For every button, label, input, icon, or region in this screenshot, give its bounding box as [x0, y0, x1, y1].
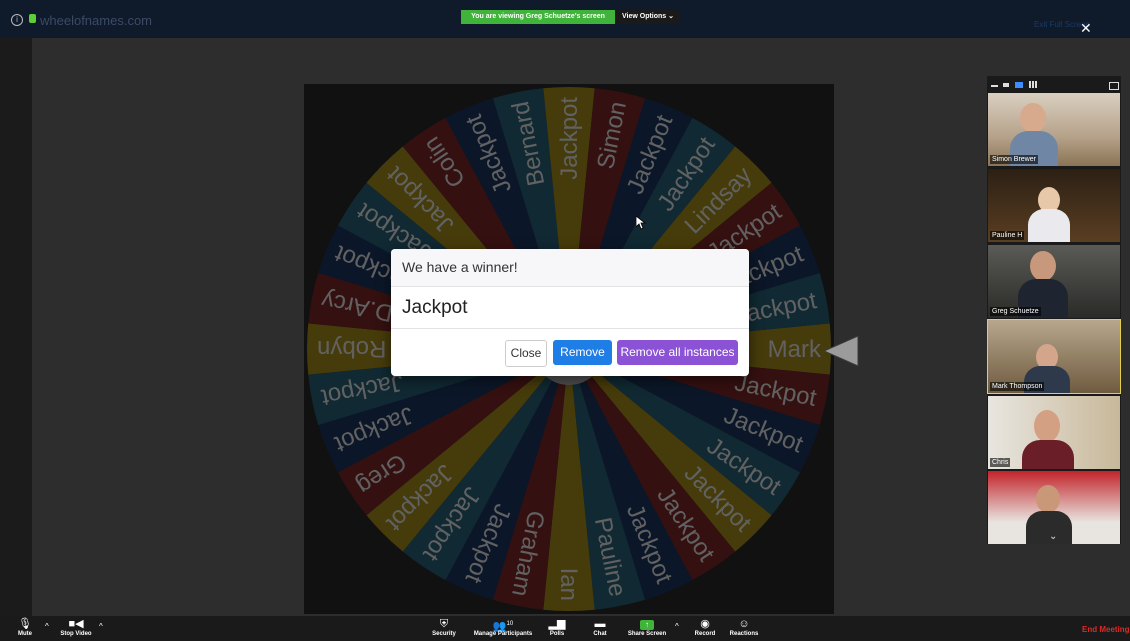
- zoom-window: i wheelofnames.com You are viewing Greg …: [0, 0, 1130, 641]
- record-icon: ◉: [700, 618, 710, 630]
- single-view-icon[interactable]: [1003, 83, 1009, 87]
- minimize-icon[interactable]: [991, 85, 998, 87]
- mute-options-caret-icon[interactable]: ^: [45, 622, 49, 631]
- share-screen-button[interactable]: ↑ Share Screen: [626, 618, 668, 637]
- security-button[interactable]: ⛨ Security: [429, 618, 459, 637]
- remove-all-instances-button[interactable]: Remove all instances: [617, 340, 738, 365]
- participant-face: [1036, 485, 1060, 513]
- participant-tile[interactable]: Pauline H: [988, 169, 1120, 242]
- view-options-button[interactable]: View Options ⌄: [616, 10, 680, 24]
- participant-shirt: [1028, 209, 1070, 242]
- participant-name: Mark Thompson: [990, 382, 1045, 391]
- chat-button[interactable]: ▬ Chat: [590, 618, 610, 637]
- winner-dialog: We have a winner! Jackpot Close Remove R…: [391, 249, 749, 376]
- share-screen-icon: ↑: [640, 620, 654, 630]
- info-icon[interactable]: i: [11, 14, 23, 26]
- strip-view-icon[interactable]: [1015, 82, 1023, 88]
- video-camera-icon: ■◀: [68, 618, 84, 630]
- site-url: wheelofnames.com: [40, 13, 152, 28]
- winner-name: Jackpot: [391, 287, 749, 329]
- participant-tile[interactable]: Chris: [988, 396, 1120, 469]
- chevron-down-icon[interactable]: ⌄: [1049, 531, 1057, 542]
- participant-face: [1020, 103, 1046, 133]
- video-options-caret-icon[interactable]: ^: [99, 622, 103, 631]
- stop-video-button[interactable]: ■◀ Stop Video: [57, 618, 95, 637]
- exit-panel-icon[interactable]: [1109, 82, 1119, 90]
- remove-button[interactable]: Remove: [553, 340, 612, 365]
- bar-chart-icon: ▂▆: [548, 618, 566, 630]
- participant-shirt: [1022, 440, 1074, 469]
- wheel-pointer: [822, 335, 859, 367]
- participant-name: Greg Schuetze: [990, 307, 1041, 316]
- reaction-emoji-icon: ☺: [738, 618, 750, 630]
- close-icon[interactable]: ✕: [1080, 20, 1092, 37]
- participant-tile[interactable]: Simon Brewer: [988, 93, 1120, 166]
- participant-face: [1030, 251, 1056, 281]
- participant-face: [1034, 410, 1060, 442]
- microphone-icon: 🎙: [18, 618, 32, 630]
- mouse-cursor-icon: [636, 216, 646, 230]
- shared-screen-topbar: i wheelofnames.com You are viewing Greg …: [0, 0, 1130, 38]
- share-options-caret-icon[interactable]: ^: [675, 622, 679, 631]
- gallery-view-icon[interactable]: [1029, 81, 1037, 88]
- close-button[interactable]: Close: [505, 340, 547, 367]
- participant-tile[interactable]: Mark Thompson: [987, 319, 1121, 394]
- manage-participants-button[interactable]: 👥10 Manage Participants: [470, 618, 536, 637]
- participant-name: Pauline H: [990, 231, 1025, 240]
- winner-dialog-title: We have a winner!: [391, 249, 749, 287]
- mute-button[interactable]: 🎙 Mute: [14, 618, 36, 637]
- participant-name: Simon Brewer: [990, 155, 1038, 164]
- participant-video-panel: Simon Brewer Pauline H Greg Schuetze Mar…: [987, 76, 1121, 544]
- end-meeting-button[interactable]: End Meeting: [1082, 625, 1130, 634]
- reactions-button[interactable]: ☺ Reactions: [727, 618, 761, 637]
- meeting-toolbar: 🎙 Mute ^ ■◀ Stop Video ^ ⛨ Security 👥10 …: [0, 616, 1130, 641]
- lock-icon: [29, 14, 36, 23]
- polls-button[interactable]: ▂▆ Polls: [547, 618, 567, 637]
- viewing-screen-banner: You are viewing Greg Schuetze's screen: [461, 10, 615, 24]
- record-button[interactable]: ◉ Record: [692, 618, 718, 637]
- participant-count: 10: [506, 621, 514, 627]
- chat-bubble-icon: ▬: [594, 618, 606, 630]
- participant-tile[interactable]: Greg Schuetze: [988, 245, 1120, 318]
- winner-dialog-footer: Close Remove Remove all instances: [391, 329, 749, 376]
- participant-name: Chris: [990, 458, 1011, 467]
- shield-icon: ⛨: [439, 618, 449, 630]
